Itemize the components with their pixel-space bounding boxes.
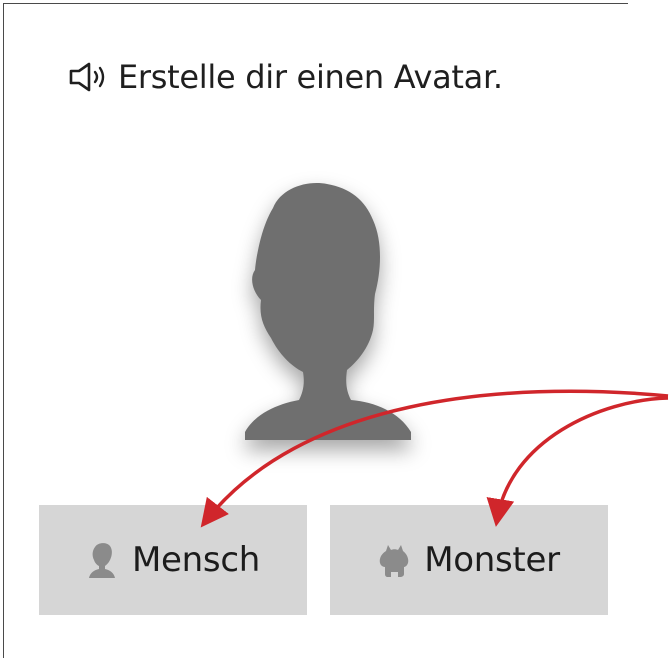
- speaker-icon[interactable]: [68, 61, 110, 93]
- monster-icon: [378, 541, 410, 579]
- avatar-preview: [215, 170, 415, 440]
- human-silhouette-icon: [245, 183, 411, 440]
- human-button[interactable]: Mensch: [39, 505, 307, 615]
- human-icon: [86, 541, 118, 579]
- page-title: Erstelle dir einen Avatar.: [118, 58, 503, 96]
- title-row: Erstelle dir einen Avatar.: [68, 53, 503, 101]
- human-button-label: Mensch: [132, 540, 260, 580]
- monster-button-label: Monster: [424, 540, 560, 580]
- monster-button[interactable]: Monster: [330, 505, 608, 615]
